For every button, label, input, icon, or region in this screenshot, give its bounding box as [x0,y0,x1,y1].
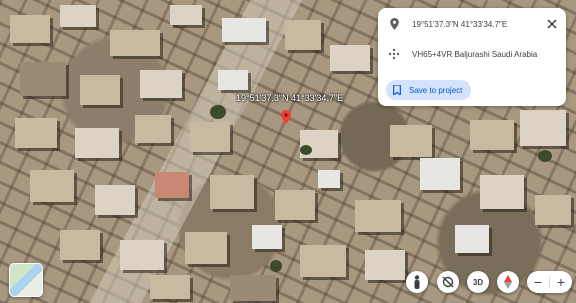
building [420,158,460,190]
building [390,125,432,157]
compass-icon [504,275,512,289]
rotate-icon [442,276,454,288]
building [218,70,248,90]
building [135,115,171,143]
building [520,110,566,146]
tree [300,145,312,155]
tree [270,260,282,272]
building [252,225,282,249]
layers-thumbnail-button[interactable] [9,263,43,297]
plus-code-row[interactable]: VH65+4VR Baljurashi Saudi Arabia [388,48,537,60]
building [185,232,227,264]
coordinates-text: 19°51'37.3"N 41°33'34.7"E [412,19,508,29]
building [222,18,266,42]
plus-code-text: VH65+4VR Baljurashi Saudi Arabia [412,49,538,59]
building [30,170,74,202]
save-to-project-label: Save to project [409,85,463,95]
tree [538,150,552,162]
building [318,170,340,188]
building [20,62,66,96]
building [455,225,489,253]
building [80,75,120,105]
pegman-icon [414,275,420,289]
building [535,195,571,225]
building [190,122,230,152]
plus-code-icon [388,48,400,60]
building [355,200,401,232]
red-location-pin-icon[interactable] [281,110,291,124]
building [140,70,182,98]
building [285,20,321,50]
building [15,118,57,148]
save-to-project-button[interactable]: Save to project [386,80,472,100]
building [365,250,405,280]
building [480,175,524,209]
location-pin-icon [388,18,400,30]
zoom-out-button[interactable]: − [527,271,549,293]
rotate-view-button[interactable] [437,271,459,293]
compass-button[interactable] [497,271,519,293]
close-icon[interactable] [546,17,558,29]
building [155,172,189,198]
pin-coordinate-label: 19°51'37.3"N 41°33'34.7"E [236,93,344,103]
building [10,15,50,43]
pegman-street-view-button[interactable] [406,271,428,293]
building [95,185,135,215]
zoom-control: − + [527,271,572,293]
building [300,245,346,277]
building [170,5,202,25]
zoom-in-button[interactable]: + [550,271,572,293]
building [330,45,370,71]
building [110,30,160,56]
coordinates-row[interactable]: 19°51'37.3"N 41°33'34.7"E [388,18,507,30]
building [210,175,254,209]
building [230,275,276,301]
building [60,5,96,27]
building [120,240,164,270]
location-info-card: 19°51'37.3"N 41°33'34.7"E VH65+4VR Balju… [378,8,566,106]
building [275,190,315,220]
building [75,128,119,158]
building [60,230,100,260]
building [150,275,190,299]
bookmark-icon [393,85,401,95]
building [470,120,514,150]
tilt-3d-button[interactable]: 3D [467,271,489,293]
tree [210,105,226,119]
